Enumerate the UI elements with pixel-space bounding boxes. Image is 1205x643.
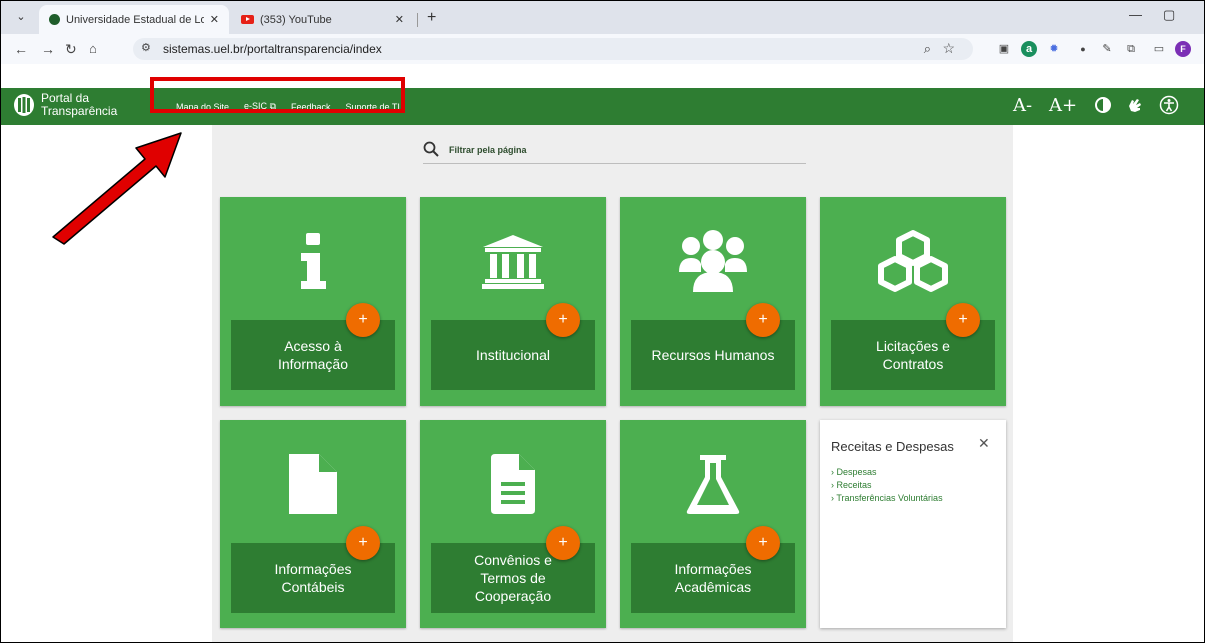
card-label: Institucional — [476, 347, 550, 363]
new-tab-button[interactable]: + — [427, 9, 436, 27]
card-label: Licitações e Contratos — [876, 338, 950, 372]
tab-youtube[interactable]: (353) YouTube ✕ — [231, 5, 414, 34]
expand-plus-button[interactable]: + — [946, 303, 980, 337]
panel-link-list: › Despesas › Receitas › Transferências V… — [831, 466, 943, 505]
search-icon — [423, 141, 439, 157]
card-informacoes-contabeis[interactable]: Informações Contábeis + — [220, 420, 406, 628]
card-icon-wrap — [820, 197, 1006, 325]
institution-icon — [482, 235, 544, 289]
card-convenios-e-termos[interactable]: Convênios e Termos de Cooperação + — [420, 420, 606, 628]
card-label: Recursos Humanos — [651, 347, 775, 363]
card-icon-wrap — [220, 197, 406, 325]
link-label: Transferências Voluntárias — [836, 493, 943, 503]
expand-plus-button[interactable]: + — [546, 303, 580, 337]
link-label: Despesas — [836, 467, 877, 477]
flask-icon — [686, 455, 740, 514]
expand-plus-button[interactable]: + — [346, 526, 380, 560]
card-icon-wrap — [420, 420, 606, 548]
annotation-highlight-box — [150, 77, 405, 113]
panel-link-despesas[interactable]: › Despesas — [831, 466, 943, 479]
card-informacoes-academicas[interactable]: Informações Acadêmicas + — [620, 420, 806, 628]
reading-list-icon[interactable]: ▣ — [996, 41, 1012, 57]
address-bar[interactable]: ⚙ sistemas.uel.br/portaltransparencia/in… — [133, 38, 973, 60]
uel-favicon-icon — [49, 14, 60, 25]
zoom-icon[interactable]: ⌕ — [924, 41, 931, 57]
expand-plus-button[interactable]: + — [346, 303, 380, 337]
extension-a-icon[interactable]: a — [1021, 41, 1037, 57]
people-icon — [679, 230, 747, 292]
sign-language-hand-icon[interactable] — [1125, 95, 1145, 115]
screenshot-frame: ⌄ Universidade Estadual de Londr ✕ (353)… — [0, 0, 1205, 643]
site-info-icon[interactable]: ⚙ — [141, 41, 151, 54]
extension-brush-icon[interactable]: ✎ — [1099, 41, 1115, 57]
extensions-puzzle-icon[interactable]: ⧉ — [1123, 41, 1139, 57]
panel-link-receitas[interactable]: › Receitas — [831, 479, 943, 492]
card-label: Acesso à Informação — [277, 338, 349, 372]
card-licitacoes-e-contratos[interactable]: Licitações e Contratos + — [820, 197, 1006, 406]
card-icon-wrap — [620, 197, 806, 325]
expand-plus-button[interactable]: + — [546, 526, 580, 560]
panel-title: Receitas e Despesas — [831, 439, 954, 454]
browser-toolbar: ← → ↻ ⌂ ⚙ sistemas.uel.br/portaltranspar… — [1, 34, 1204, 64]
receitas-despesas-panel: Receitas e Despesas ✕ › Despesas › Recei… — [820, 420, 1006, 628]
annotation-arrow-icon — [52, 132, 182, 245]
card-label: Informações Contábeis — [274, 561, 352, 595]
tab-title: Universidade Estadual de Londr — [66, 13, 204, 26]
card-acesso-a-informacao[interactable]: Acesso à Informação + — [220, 197, 406, 406]
expand-plus-button[interactable]: + — [746, 303, 780, 337]
tab-uel[interactable]: Universidade Estadual de Londr ✕ — [39, 5, 229, 34]
close-icon[interactable]: ✕ — [978, 435, 990, 452]
card-institucional[interactable]: Institucional + — [420, 197, 606, 406]
logo-line-2: Transparência — [41, 104, 118, 118]
tab-close-icon[interactable]: ✕ — [395, 13, 404, 26]
profile-avatar[interactable]: F — [1175, 41, 1191, 57]
browser-tab-strip: ⌄ Universidade Estadual de Londr ✕ (353)… — [1, 1, 1204, 34]
cast-icon[interactable]: ▭ — [1151, 41, 1167, 57]
url-text[interactable]: sistemas.uel.br/portaltransparencia/inde… — [163, 42, 382, 56]
minimize-icon[interactable]: — — [1129, 7, 1142, 22]
tab-search-chevron-icon[interactable]: ⌄ — [11, 7, 31, 27]
contrast-icon[interactable] — [1093, 95, 1113, 115]
document-icon — [491, 454, 535, 514]
youtube-favicon-icon — [241, 15, 254, 24]
tab-title: (353) YouTube — [260, 13, 332, 26]
restore-icon[interactable]: ▢ — [1163, 7, 1175, 23]
filter-label: Filtrar pela página — [449, 145, 527, 155]
increase-font-button[interactable]: A+ — [1049, 94, 1077, 118]
card-label: Informações Acadêmicas — [674, 561, 752, 595]
panel-link-transferencias[interactable]: › Transferências Voluntárias — [831, 492, 943, 505]
accessibility-icon[interactable] — [1159, 95, 1179, 115]
card-icon-wrap — [420, 197, 606, 325]
extension-sun-icon[interactable]: ✹ — [1046, 41, 1062, 57]
forward-arrow-icon[interactable]: → — [41, 41, 55, 57]
expand-plus-button[interactable]: + — [746, 526, 780, 560]
card-recursos-humanos[interactable]: Recursos Humanos + — [620, 197, 806, 406]
reload-icon[interactable]: ↻ — [65, 41, 77, 57]
decrease-font-button[interactable]: A- — [1013, 94, 1032, 118]
info-icon — [301, 233, 326, 289]
page-filter-field[interactable]: Filtrar pela página — [423, 141, 806, 164]
card-icon-wrap — [620, 420, 806, 548]
extension-off-icon[interactable]: ● — [1075, 41, 1091, 57]
tab-separator — [417, 13, 418, 27]
link-label: Receitas — [836, 480, 872, 490]
home-icon[interactable]: ⌂ — [89, 41, 97, 57]
portal-logo-icon[interactable] — [13, 93, 35, 117]
card-icon-wrap — [220, 420, 406, 548]
boxes-icon — [878, 230, 948, 292]
back-arrow-icon[interactable]: ← — [14, 41, 28, 57]
tab-close-icon[interactable]: ✕ — [210, 13, 219, 26]
card-label: Convênios e Termos de Cooperação — [474, 552, 552, 604]
bookmark-star-icon[interactable]: ☆ — [942, 40, 955, 57]
file-icon — [289, 454, 337, 514]
portal-logo-text[interactable]: Portal da Transparência — [41, 92, 117, 118]
